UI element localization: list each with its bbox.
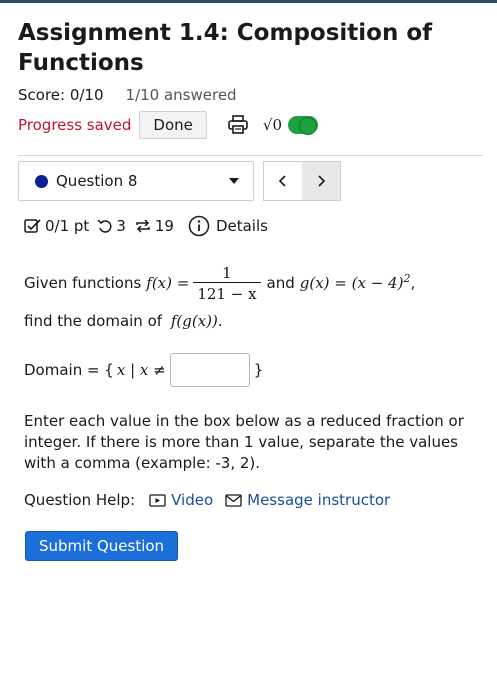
print-icon[interactable] xyxy=(227,115,249,135)
score-text: Score: 0/10 xyxy=(18,86,104,104)
retries-item: 3 xyxy=(97,217,126,235)
f-definition: f(x) = xyxy=(146,274,190,292)
problem-given-text: Given functions xyxy=(24,274,142,292)
video-help-label: Video xyxy=(171,491,214,509)
retries-count: 3 xyxy=(116,217,126,235)
domain-set-expression: x | x ≠ xyxy=(116,361,166,379)
info-icon xyxy=(188,215,210,237)
submit-question-button[interactable]: Submit Question xyxy=(25,531,179,561)
video-help-link[interactable]: Video xyxy=(149,491,213,509)
video-icon xyxy=(149,493,166,507)
points-text: 0/1 pt xyxy=(45,217,90,235)
page-title: Assignment 1.4: Composition of Functions xyxy=(18,20,433,76)
chevron-down-icon xyxy=(229,178,239,184)
previous-question-button[interactable] xyxy=(264,162,302,200)
question-meta: 0/1 pt 3 19 Details xyxy=(24,214,276,238)
details-toggle[interactable]: Details xyxy=(188,215,268,237)
divider xyxy=(18,155,483,156)
question-help-label: Question Help: xyxy=(24,491,136,509)
problem-find-text: find the domain of xyxy=(24,312,163,330)
points-item: 0/1 pt xyxy=(24,217,89,235)
repeat-icon xyxy=(136,219,150,233)
done-button[interactable]: Done xyxy=(139,111,207,139)
math-toggle-switch[interactable] xyxy=(288,116,318,135)
question-status-dot-icon xyxy=(35,174,48,188)
attempts-count: 19 xyxy=(154,217,174,235)
f-numerator: 1 xyxy=(222,263,232,282)
score-row: Score: 0/10 1/10 answered xyxy=(18,86,237,104)
problem-comma: , xyxy=(410,274,416,292)
checkbox-icon xyxy=(24,219,41,233)
top-border xyxy=(0,0,497,3)
f-denominator: 121 − x xyxy=(193,281,261,303)
chevron-right-icon xyxy=(318,175,326,187)
answer-instructions: Enter each value in the box below as a r… xyxy=(24,412,464,472)
envelope-icon xyxy=(225,493,242,507)
chevron-left-icon xyxy=(278,175,286,187)
math-toggle-label: √0 xyxy=(262,116,282,134)
question-help-row: Question Help: Video Message instructor xyxy=(24,488,390,512)
attempts-item: 19 xyxy=(134,217,174,235)
domain-close-brace: } xyxy=(253,361,264,379)
message-instructor-link[interactable]: Message instructor xyxy=(225,491,390,509)
question-nav-group xyxy=(263,161,341,201)
domain-label: Domain = { xyxy=(24,361,114,379)
progress-status: Progress saved xyxy=(18,116,132,134)
details-label: Details xyxy=(215,217,268,235)
f-fraction: 1 121 − x xyxy=(193,263,261,303)
next-question-button[interactable] xyxy=(302,162,340,200)
undo-icon xyxy=(97,219,112,233)
g-definition: g(x) = (x − 4) xyxy=(299,274,404,292)
g-exponent: 2 xyxy=(403,272,411,285)
answered-count: 1/10 answered xyxy=(125,86,237,104)
problem-period: . xyxy=(217,312,223,330)
message-instructor-label: Message instructor xyxy=(247,491,391,509)
domain-answer-input[interactable] xyxy=(169,353,250,387)
progress-row: Progress saved Done √0 xyxy=(18,110,318,140)
question-select-value: Question 8 xyxy=(56,172,138,190)
composition-expression: f(g(x)) xyxy=(170,312,218,330)
problem-and-text: and xyxy=(266,274,295,292)
problem-statement: Given functions f(x) = 1 121 − x and g(x… xyxy=(24,258,474,332)
domain-answer-row: Domain = { x | x ≠ } xyxy=(24,352,263,388)
question-select[interactable]: Question 8 xyxy=(18,161,254,201)
